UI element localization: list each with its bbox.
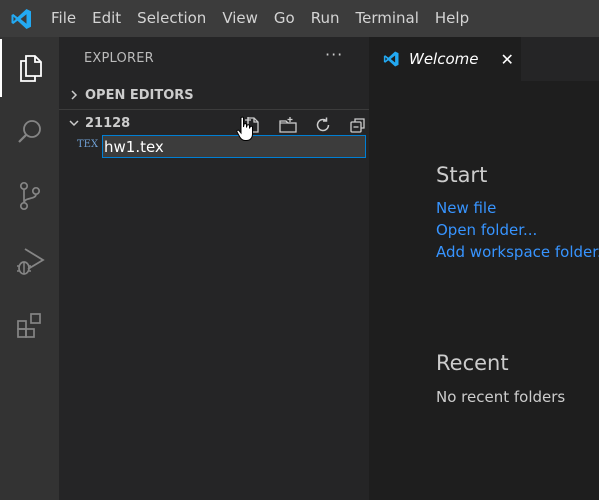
folder-actions: [235, 114, 375, 136]
sidebar-title: EXPLORER: [84, 51, 154, 66]
start-heading: Start: [436, 163, 488, 187]
extensions-icon: [16, 313, 41, 338]
editor-tab-bar: Welcome ✕: [369, 37, 599, 81]
activity-extensions[interactable]: [0, 297, 59, 355]
welcome-page: Start New file Open folder... Add worksp…: [369, 81, 599, 500]
source-control-icon: [19, 181, 40, 211]
recent-heading: Recent: [436, 351, 509, 375]
activity-explorer[interactable]: [0, 39, 59, 97]
new-file-link[interactable]: New file: [436, 199, 496, 217]
collapse-all-icon: [349, 118, 365, 133]
search-icon: [17, 120, 41, 143]
tex-file-icon: TEX: [77, 139, 99, 150]
menu-run[interactable]: Run: [303, 0, 348, 37]
section-label: OPEN EDITORS: [85, 87, 194, 103]
activity-search[interactable]: [0, 103, 59, 161]
chevron-down-icon: [63, 112, 85, 134]
menu-edit[interactable]: Edit: [84, 0, 129, 37]
vscode-logo-icon[interactable]: [9, 7, 33, 31]
more-actions-icon[interactable]: ···: [325, 45, 343, 64]
no-recent-text: No recent folders: [436, 388, 566, 406]
menu-view[interactable]: View: [214, 0, 266, 37]
close-icon[interactable]: ✕: [501, 50, 514, 69]
activity-source-control[interactable]: [0, 167, 59, 225]
add-workspace-folder-link[interactable]: Add workspace folder...: [436, 243, 599, 261]
menu-go[interactable]: Go: [266, 0, 303, 37]
vscode-tab-icon: [383, 51, 399, 67]
activity-run-debug[interactable]: [0, 232, 59, 290]
explorer-sidebar: EXPLORER ··· OPEN EDITORS 21128 TEX hw1.…: [59, 37, 369, 500]
section-divider: [59, 109, 369, 110]
open-folder-link[interactable]: Open folder...: [436, 221, 537, 239]
menu-terminal[interactable]: Terminal: [348, 0, 427, 37]
refresh-icon: [316, 117, 329, 132]
menu-selection[interactable]: Selection: [129, 0, 214, 37]
menu: File Edit Selection View Go Run Terminal…: [43, 0, 477, 37]
tab-welcome[interactable]: Welcome ✕: [369, 37, 521, 81]
new-file-name-input[interactable]: [102, 135, 366, 158]
tab-label: Welcome: [409, 50, 479, 68]
refresh-button[interactable]: [305, 114, 340, 136]
menu-bar: File Edit Selection View Go Run Terminal…: [0, 0, 599, 37]
activity-bar: [0, 37, 59, 500]
new-folder-icon: [278, 117, 297, 133]
section-open-editors[interactable]: OPEN EDITORS: [59, 83, 369, 107]
folder-label: 21128: [85, 115, 131, 131]
new-folder-button[interactable]: [270, 114, 305, 136]
hand-pointer-cursor-icon: [236, 116, 253, 141]
explorer-icon: [19, 55, 42, 82]
run-debug-icon: [16, 248, 45, 275]
menu-help[interactable]: Help: [427, 0, 477, 37]
chevron-right-icon: [63, 84, 85, 106]
menu-file[interactable]: File: [43, 0, 84, 37]
